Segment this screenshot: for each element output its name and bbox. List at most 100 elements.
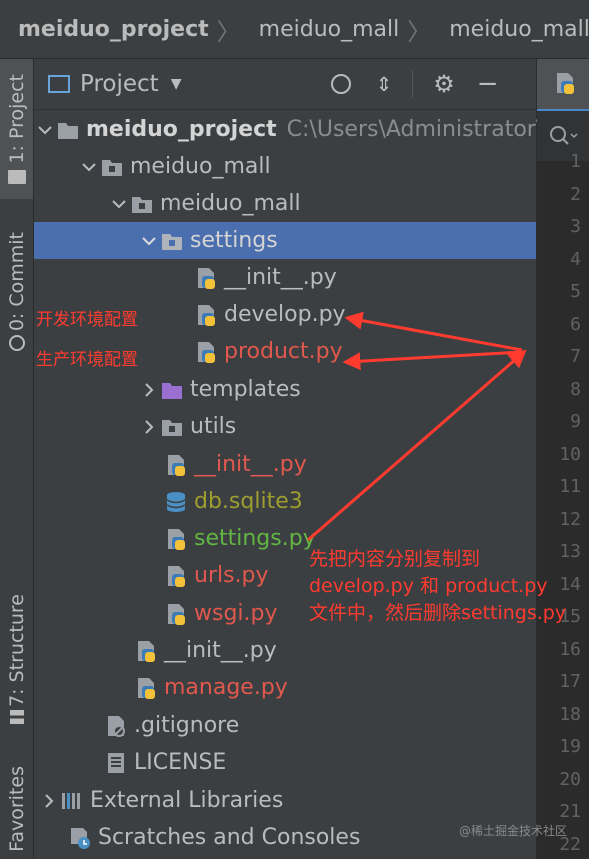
tab-favorites-label: Favorites xyxy=(5,766,28,852)
text-file-icon xyxy=(104,751,128,775)
gear-icon[interactable]: ⚙ xyxy=(433,70,455,98)
editor-tab[interactable] xyxy=(537,59,589,111)
locate-icon[interactable] xyxy=(331,74,352,94)
project-view-icon xyxy=(48,75,70,93)
line-number: 21 xyxy=(559,801,581,822)
expand-arrow-icon[interactable] xyxy=(108,193,130,215)
breadcrumb-item-mall[interactable]: meiduo_mall xyxy=(241,17,400,42)
annotation-instruction-line: develop.py 和 product.py xyxy=(309,575,548,597)
tree-item[interactable]: .gitignore xyxy=(34,707,536,744)
collapsed-arrow-icon[interactable] xyxy=(138,379,160,401)
line-number: 6 xyxy=(570,313,581,335)
scratches-icon xyxy=(68,826,92,850)
annotation-prod-env: 生产环境配置 xyxy=(36,350,138,370)
tree-root[interactable]: meiduo_project C:\Users\Administrator\ xyxy=(34,111,543,148)
tree-item-label: settings.py xyxy=(194,526,316,551)
breadcrumb: meiduo_project 〉 meiduo_mall 〉 meiduo_ma… xyxy=(0,0,589,59)
commit-icon xyxy=(8,335,25,352)
folder-icon xyxy=(160,229,184,253)
libraries-icon xyxy=(60,789,84,813)
tab-favorites[interactable]: Favorites xyxy=(0,759,33,859)
line-number: 3 xyxy=(570,216,581,237)
chevron-right-icon: 〉 xyxy=(216,17,241,46)
line-number: 10 xyxy=(559,443,581,465)
tree-item-label: __init__.py xyxy=(194,452,307,477)
dropdown-arrow-icon[interactable]: ▼ xyxy=(171,76,182,92)
annotation-instruction-line: 先把内容分别复制到 xyxy=(309,548,481,570)
tree-item[interactable]: LICENSE xyxy=(34,744,536,781)
python-file-icon xyxy=(194,266,218,290)
tree-item-label: LICENSE xyxy=(134,750,227,775)
expand-arrow-icon[interactable] xyxy=(34,119,56,141)
divider xyxy=(412,70,414,98)
folder-icon xyxy=(160,378,184,402)
tree-item-label: meiduo_mall xyxy=(160,191,301,216)
line-number: 18 xyxy=(559,703,581,725)
database-icon xyxy=(164,490,188,514)
breadcrumb-item-mall-inner[interactable]: meiduo_mall xyxy=(431,17,589,42)
chevron-right-icon: 〉 xyxy=(407,17,432,46)
folder-icon xyxy=(56,118,80,142)
tree-item[interactable]: __init__.py xyxy=(34,259,536,296)
tree-root-label: meiduo_project xyxy=(86,117,277,142)
tree-item[interactable]: manage.py xyxy=(34,669,536,706)
collapse-all-icon[interactable]: ⇕ xyxy=(375,72,392,96)
line-number: 11 xyxy=(559,476,581,497)
tree-item-label: product.py xyxy=(224,339,343,364)
python-file-icon xyxy=(164,527,188,551)
tree-item-label: __init__.py xyxy=(224,265,337,290)
tab-commit[interactable]: 0: Commit xyxy=(0,224,33,359)
project-view-selector[interactable]: Project xyxy=(80,71,159,97)
line-number: 9 xyxy=(570,411,581,432)
tree-item-label: templates xyxy=(190,377,301,402)
python-file-icon xyxy=(194,340,218,364)
collapsed-arrow-icon[interactable] xyxy=(138,416,160,438)
tree-item-selected[interactable]: settings xyxy=(34,222,536,259)
tree-item[interactable]: db.sqlite3 xyxy=(34,483,536,520)
tab-structure[interactable]: 7: Structure xyxy=(0,589,33,729)
search-icon[interactable] xyxy=(549,125,579,151)
folder-icon xyxy=(7,169,26,184)
tree-item-label: urls.py xyxy=(194,563,269,588)
folder-icon xyxy=(100,155,124,179)
folder-icon xyxy=(130,192,154,216)
tree-item[interactable]: meiduo_mall xyxy=(34,185,536,222)
tree-item-label: Scratches and Consoles xyxy=(98,825,361,850)
python-file-icon xyxy=(553,71,577,99)
tree-item-label: __init__.py xyxy=(164,638,277,663)
gitignore-file-icon xyxy=(104,714,128,738)
tree-item[interactable]: meiduo_mall xyxy=(34,148,536,185)
project-panel: Project ▼ ⇕ ⚙ − meiduo_project C:\Users\… xyxy=(34,59,543,859)
line-number: 1 xyxy=(570,151,581,172)
python-file-icon xyxy=(164,602,188,626)
expand-arrow-icon[interactable] xyxy=(138,230,160,252)
collapsed-arrow-icon[interactable] xyxy=(38,790,60,812)
tool-window-strip: 1: Project 0: Commit 7: Structure Favori… xyxy=(0,59,34,859)
tree-item-label: manage.py xyxy=(164,675,288,700)
hide-icon[interactable]: − xyxy=(477,71,499,97)
editor-area: 1 2 3 4 5 6 7 8 9 10 11 12 13 14 15 16 17 18 19 20 21 22 xyxy=(537,59,589,859)
structure-icon xyxy=(9,710,24,725)
line-number: 12 xyxy=(559,508,581,530)
tree-item-label: settings xyxy=(190,228,278,253)
expand-arrow-icon[interactable] xyxy=(78,156,100,178)
annotation-dev-env: 开发环境配置 xyxy=(36,310,138,330)
folder-icon xyxy=(160,415,184,439)
annotation-instruction: 先把内容分别复制到 develop.py 和 product.py 文件中，然后… xyxy=(309,546,566,627)
tree-item[interactable]: utils xyxy=(34,408,536,445)
project-toolbar: Project ▼ ⇕ ⚙ − xyxy=(34,59,536,110)
line-number: 4 xyxy=(570,248,581,270)
tab-structure-label: 7: Structure xyxy=(5,593,28,707)
tree-item[interactable]: External Libraries xyxy=(34,782,536,819)
tree-item[interactable]: __init__.py xyxy=(34,446,536,483)
tree-item[interactable]: templates xyxy=(34,371,536,408)
line-number: 16 xyxy=(559,638,581,660)
tree-item[interactable]: __init__.py xyxy=(34,632,536,669)
tab-project[interactable]: 1: Project xyxy=(0,59,33,199)
line-number: 19 xyxy=(559,736,581,757)
line-number: 5 xyxy=(570,281,581,302)
breadcrumb-item-project[interactable]: meiduo_project xyxy=(0,17,209,42)
tree-item-label: utils xyxy=(190,414,237,439)
tree-item-label: meiduo_mall xyxy=(130,154,271,179)
python-file-icon xyxy=(164,453,188,477)
